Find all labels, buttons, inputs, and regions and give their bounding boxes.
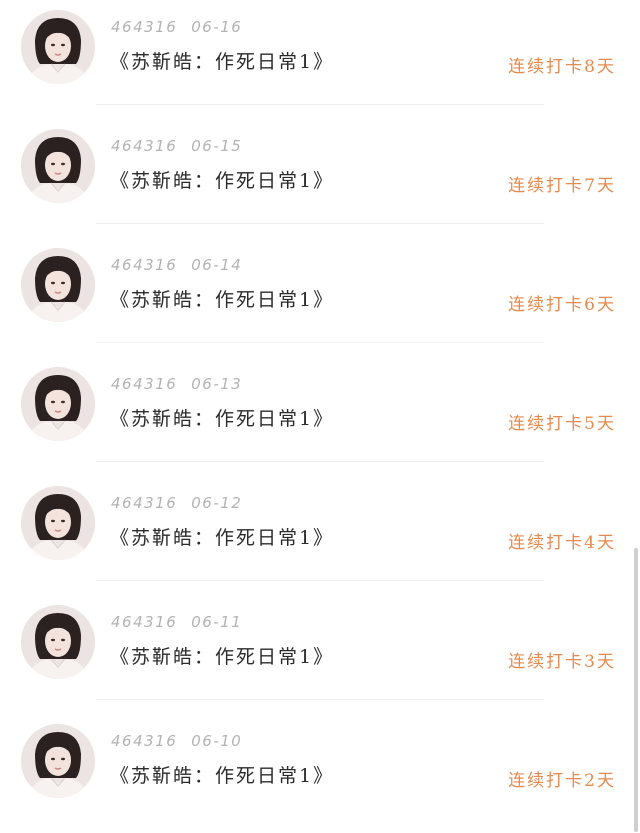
- list-item[interactable]: 464316 06-11 《苏靳皓：作死日常1》 连续打卡3天: [0, 595, 640, 714]
- avatar[interactable]: [21, 367, 95, 441]
- avatar[interactable]: [21, 10, 95, 84]
- avatar[interactable]: [21, 248, 95, 322]
- divider: [96, 699, 544, 700]
- avatar-portrait-icon: [21, 486, 95, 560]
- avatar-portrait-icon: [21, 724, 95, 798]
- streak-badge: 连续打卡2天: [508, 771, 616, 791]
- streak-badge: 连续打卡7天: [508, 176, 616, 196]
- entry-meta: 464316 06-11: [111, 613, 242, 631]
- streak-badge: 连续打卡4天: [508, 533, 616, 553]
- list-item[interactable]: 464316 06-15 《苏靳皓：作死日常1》 连续打卡7天: [0, 119, 640, 238]
- entry-date: 06-15: [191, 137, 243, 155]
- streak-badge: 连续打卡8天: [508, 57, 616, 77]
- scrollbar[interactable]: [634, 548, 638, 832]
- divider: [96, 104, 544, 105]
- entry-title[interactable]: 《苏靳皓：作死日常1》: [110, 404, 334, 431]
- entry-meta: 464316 06-10: [111, 732, 242, 750]
- list-item[interactable]: 464316 06-13 《苏靳皓：作死日常1》 连续打卡5天: [0, 357, 640, 476]
- entry-date: 06-10: [191, 732, 243, 750]
- avatar-portrait-icon: [21, 248, 95, 322]
- avatar-portrait-icon: [21, 10, 95, 84]
- entry-meta: 464316 06-13: [111, 375, 242, 393]
- user-id: 464316: [111, 613, 178, 631]
- user-id: 464316: [111, 375, 178, 393]
- divider: [96, 461, 544, 462]
- entry-title[interactable]: 《苏靳皓：作死日常1》: [110, 47, 334, 74]
- entry-title[interactable]: 《苏靳皓：作死日常1》: [110, 285, 334, 312]
- user-id: 464316: [111, 732, 178, 750]
- avatar[interactable]: [21, 724, 95, 798]
- avatar-portrait-icon: [21, 367, 95, 441]
- entry-meta: 464316 06-16: [111, 18, 242, 36]
- divider: [96, 223, 544, 224]
- entry-meta: 464316 06-15: [111, 137, 242, 155]
- entry-date: 06-12: [191, 494, 243, 512]
- divider: [96, 342, 544, 343]
- user-id: 464316: [111, 494, 178, 512]
- entry-date: 06-13: [191, 375, 243, 393]
- entry-title[interactable]: 《苏靳皓：作死日常1》: [110, 761, 334, 788]
- avatar-portrait-icon: [21, 129, 95, 203]
- avatar[interactable]: [21, 129, 95, 203]
- avatar-portrait-icon: [21, 605, 95, 679]
- entry-meta: 464316 06-14: [111, 256, 242, 274]
- user-id: 464316: [111, 137, 178, 155]
- user-id: 464316: [111, 256, 178, 274]
- avatar[interactable]: [21, 486, 95, 560]
- user-id: 464316: [111, 18, 178, 36]
- entry-title[interactable]: 《苏靳皓：作死日常1》: [110, 523, 334, 550]
- streak-badge: 连续打卡6天: [508, 295, 616, 315]
- list-item[interactable]: 464316 06-16 《苏靳皓：作死日常1》 连续打卡8天: [0, 0, 640, 119]
- entry-date: 06-11: [191, 613, 243, 631]
- entry-date: 06-14: [191, 256, 243, 274]
- avatar[interactable]: [21, 605, 95, 679]
- list-item[interactable]: 464316 06-12 《苏靳皓：作死日常1》 连续打卡4天: [0, 476, 640, 595]
- entry-title[interactable]: 《苏靳皓：作死日常1》: [110, 166, 334, 193]
- entry-meta: 464316 06-12: [111, 494, 242, 512]
- checkin-feed: 464316 06-16 《苏靳皓：作死日常1》 连续打卡8天 464316 06-…: [0, 0, 640, 832]
- divider: [96, 580, 544, 581]
- streak-badge: 连续打卡5天: [508, 414, 616, 434]
- list-item[interactable]: 464316 06-14 《苏靳皓：作死日常1》 连续打卡6天: [0, 238, 640, 357]
- streak-badge: 连续打卡3天: [508, 652, 616, 672]
- entry-title[interactable]: 《苏靳皓：作死日常1》: [110, 642, 334, 669]
- entry-date: 06-16: [191, 18, 243, 36]
- list-item[interactable]: 464316 06-10 《苏靳皓：作死日常1》 连续打卡2天: [0, 714, 640, 833]
